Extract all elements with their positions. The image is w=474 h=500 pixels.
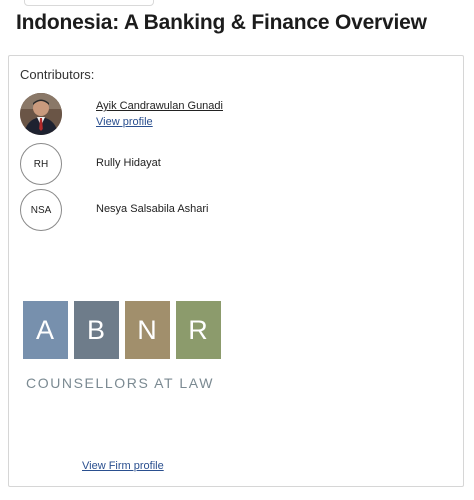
page-title: Indonesia: A Banking & Finance Overview [16,11,427,34]
logo-tile-b: B [74,301,119,359]
avatar-initials: RH [20,143,62,185]
logo-tagline: COUNSELLORS AT LAW [26,375,215,391]
logo-tile-n: N [125,301,170,359]
contributor-nesya: NSA Nesya Salsabila Ashari [20,189,320,233]
view-firm-profile-link[interactable]: View Firm profile [82,460,164,472]
contributor-name[interactable]: Ayik Candrawulan Gunadi [96,100,223,112]
view-profile-link[interactable]: View profile [96,116,153,128]
top-tab-edge [24,0,154,6]
logo-tile-a: A [23,301,68,359]
person-photo-icon [20,93,62,135]
contributor-ayik: Ayik Candrawulan Gunadi View profile [20,93,320,137]
contributor-name: Nesya Salsabila Ashari [96,203,209,215]
avatar-photo [20,93,62,135]
logo-tiles: A B N R [23,301,223,359]
contributors-heading: Contributors: [20,67,95,82]
contributors-card: Contributors: Ayik Candrawulan Gunadi Vi… [8,55,464,487]
avatar-initials: NSA [20,189,62,231]
logo-tile-r: R [176,301,221,359]
contributor-name: Rully Hidayat [96,157,161,169]
contributor-rully: RH Rully Hidayat [20,143,320,187]
firm-logo: A B N R COUNSELLORS AT LAW [23,301,223,393]
